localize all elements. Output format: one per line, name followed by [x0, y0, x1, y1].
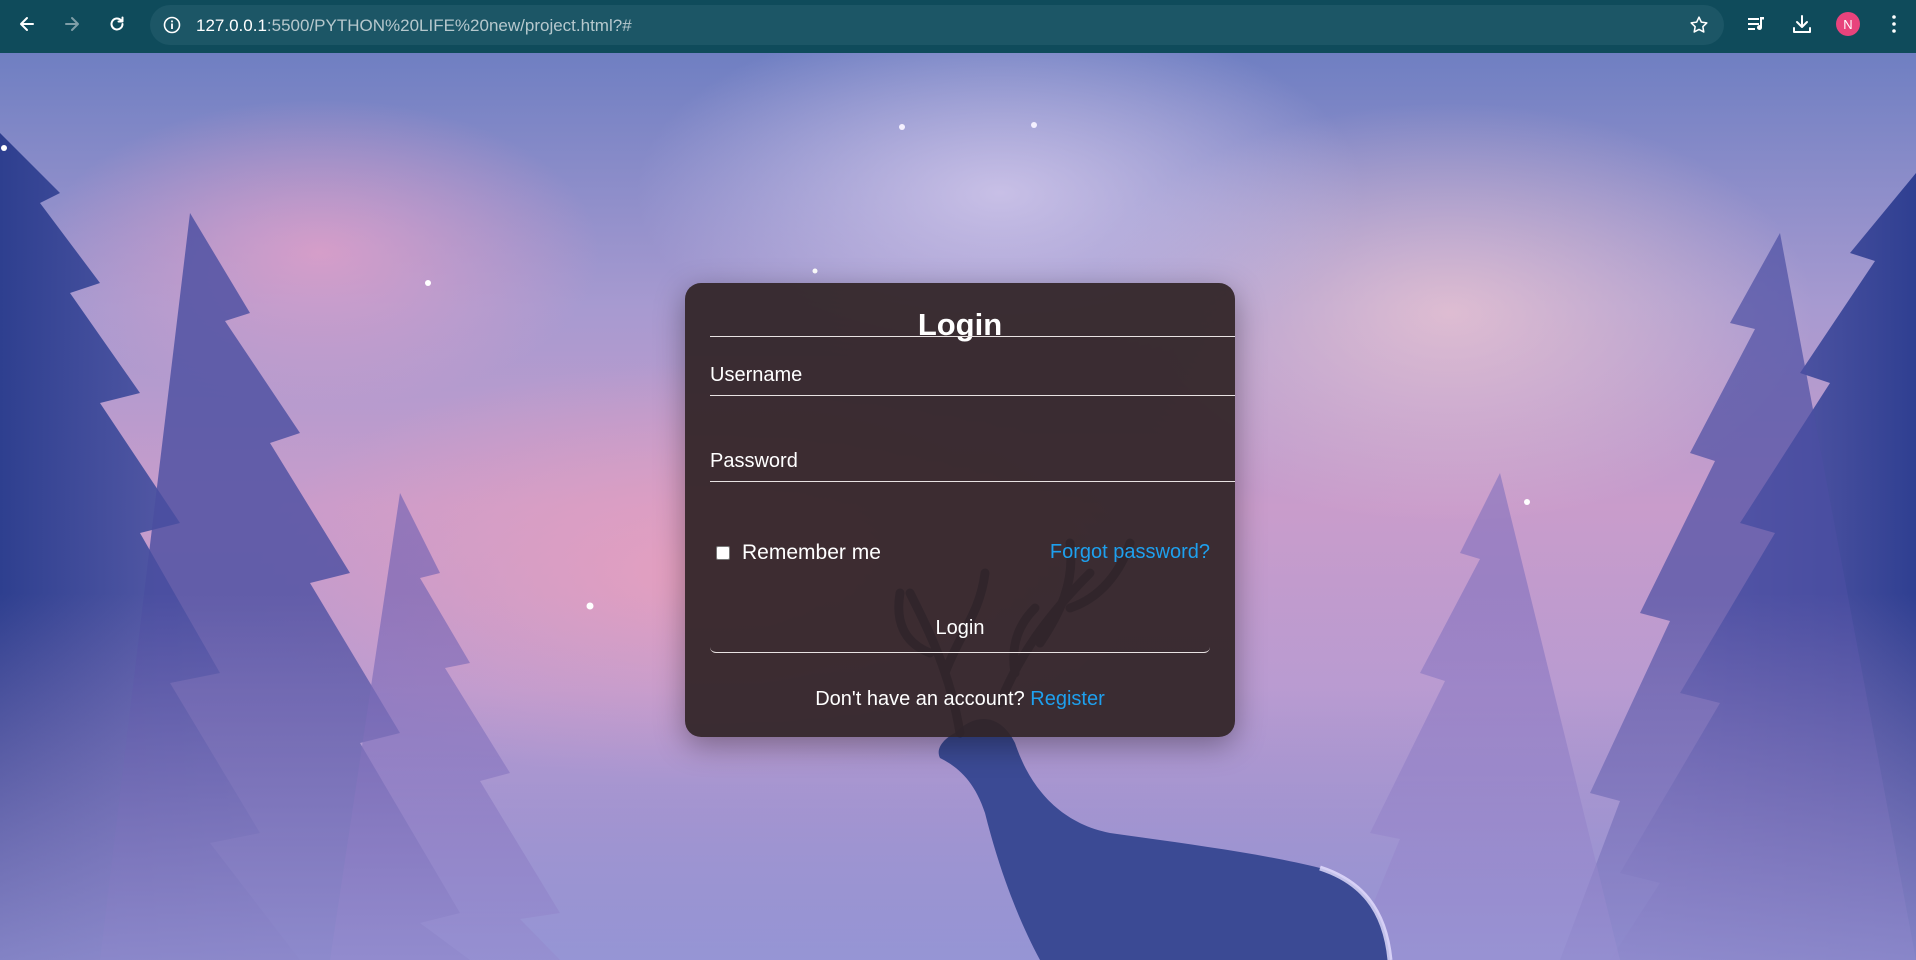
remember-me-checkbox[interactable]	[716, 546, 730, 560]
username-input[interactable]	[710, 348, 1235, 395]
forgot-password-link[interactable]: Forgot password?	[1050, 541, 1210, 564]
download-icon[interactable]	[1790, 12, 1814, 36]
site-info-icon[interactable]	[162, 15, 182, 35]
password-input[interactable]	[710, 434, 1235, 481]
login-card: Login Username Password Remember me Forg…	[685, 283, 1235, 737]
more-menu-icon[interactable]	[1882, 12, 1906, 36]
media-controls-icon[interactable]	[1745, 12, 1769, 36]
register-link[interactable]: Register	[1030, 688, 1104, 710]
remember-me-label[interactable]: Remember me	[742, 541, 881, 565]
login-button[interactable]: Login	[710, 605, 1210, 653]
bookmark-star-icon[interactable]	[1688, 14, 1710, 36]
url-path: :5500/PYTHON%20LIFE%20new/project.html?#	[266, 16, 632, 35]
address-bar[interactable]: 127.0.0.1:5500/PYTHON%20LIFE%20new/proje…	[150, 5, 1724, 45]
back-icon[interactable]	[12, 9, 42, 39]
username-field[interactable]: Username	[710, 348, 1235, 396]
no-account-text: Don't have an account?	[815, 688, 1025, 710]
url-text[interactable]: 127.0.0.1:5500/PYTHON%20LIFE%20new/proje…	[196, 16, 632, 36]
url-host: 127.0.0.1	[196, 16, 267, 35]
forward-icon[interactable]	[57, 9, 87, 39]
profile-avatar[interactable]: N	[1836, 12, 1860, 36]
remember-me-row[interactable]: Remember me	[716, 541, 881, 565]
reload-icon[interactable]	[102, 9, 132, 39]
password-field[interactable]: Password	[710, 434, 1235, 482]
browser-toolbar: 127.0.0.1:5500/PYTHON%20LIFE%20new/proje…	[0, 0, 1916, 53]
login-title: Login	[917, 307, 1003, 342]
register-prompt: Don't have an account? Register	[685, 688, 1235, 711]
